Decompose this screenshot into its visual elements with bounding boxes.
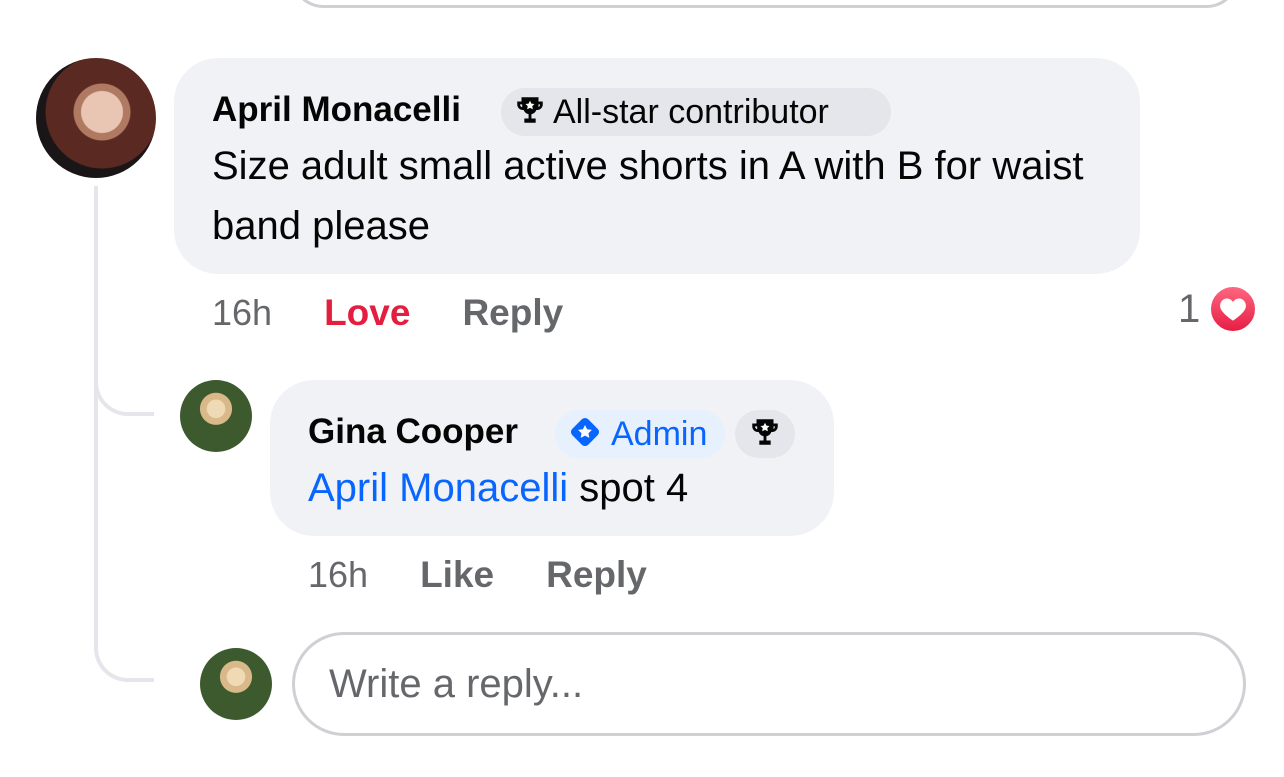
comment-actions: 16h Love Reply [212,292,563,334]
reaction-summary[interactable]: 1 [1178,284,1259,334]
comment-text: Size adult small active shorts in A with… [212,144,1084,248]
thread-connector [94,642,154,682]
heart-reaction-icon [1208,284,1259,334]
badge-label: All-star contributor [553,92,829,131]
reply-button[interactable]: Reply [546,554,647,596]
reply-text: April Monacelli spot 4 [308,458,688,518]
comment-author[interactable]: April Monacelli [212,90,461,130]
previous-input-edge [290,0,1240,8]
reaction-count: 1 [1178,286,1201,331]
reply-body: spot 4 [579,466,689,510]
admin-diamond-icon [567,414,603,455]
reply-time[interactable]: 16h [308,554,368,596]
admin-badge[interactable]: Admin [555,410,725,458]
avatar-gina[interactable] [180,380,252,452]
all-star-badge[interactable]: All-star contributor [501,88,891,136]
thread-connector [94,376,154,416]
reply-author[interactable]: Gina Cooper [308,412,518,452]
reply-actions: 16h Like Reply [308,554,647,596]
love-button[interactable]: Love [324,292,410,334]
current-user-avatar [200,648,272,720]
thread-line [94,410,98,650]
like-button[interactable]: Like [420,554,494,596]
reply-input[interactable] [292,632,1246,736]
avatar-april[interactable] [36,58,156,178]
comment-time[interactable]: 16h [212,292,272,334]
mention-link[interactable]: April Monacelli [308,466,568,510]
reply-button[interactable]: Reply [462,292,563,334]
badge-label: Admin [611,414,708,453]
trophy-icon [513,93,547,132]
trophy-badge[interactable] [735,410,795,458]
trophy-icon [748,415,782,454]
